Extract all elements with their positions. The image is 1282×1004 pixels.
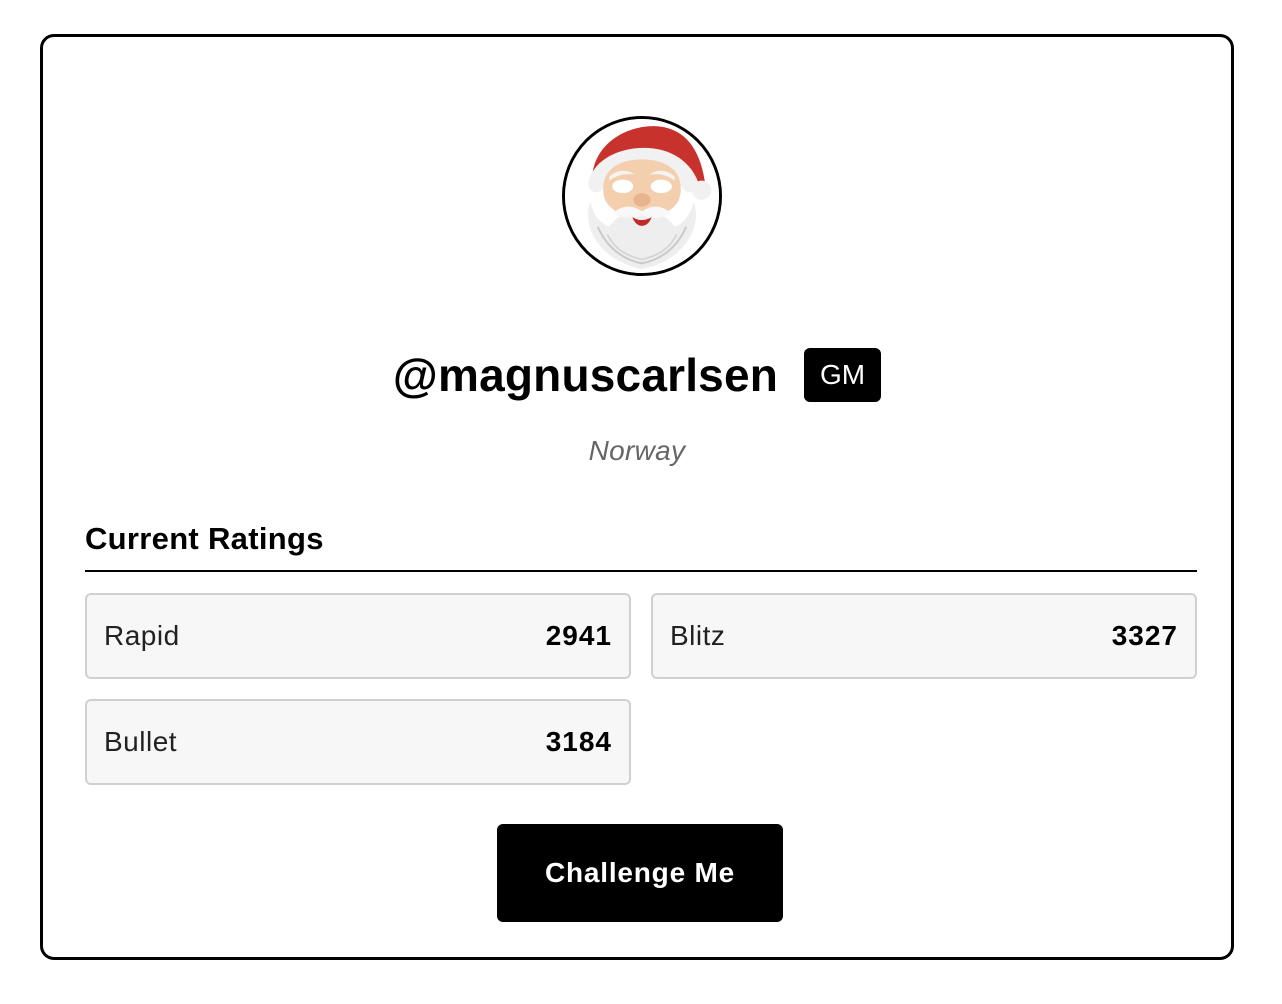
santa-mask-icon [565, 119, 719, 273]
profile-card: @magnuscarlsen GM Norway Current Ratings… [40, 34, 1234, 960]
rating-label: Rapid [104, 620, 180, 651]
section-divider [85, 570, 1197, 572]
challenge-button[interactable]: Challenge Me [497, 824, 783, 922]
rating-label: Bullet [104, 726, 178, 757]
rating-value: 2941 [545, 620, 612, 651]
avatar [562, 116, 722, 276]
rating-value: 3327 [1111, 620, 1178, 651]
rating-card-blitz: Blitz 3327 [651, 593, 1197, 679]
rating-value: 3184 [545, 726, 612, 757]
rating-label: Blitz [670, 620, 726, 651]
title-badge: GM [804, 348, 882, 402]
ratings-heading: Current Ratings [85, 521, 324, 556]
country-label: Norway [588, 435, 686, 466]
rating-card-bullet: Bullet 3184 [85, 699, 631, 785]
name-row: @magnuscarlsen GM [43, 347, 1231, 403]
username: @magnuscarlsen [392, 349, 779, 401]
rating-card-rapid: Rapid 2941 [85, 593, 631, 679]
